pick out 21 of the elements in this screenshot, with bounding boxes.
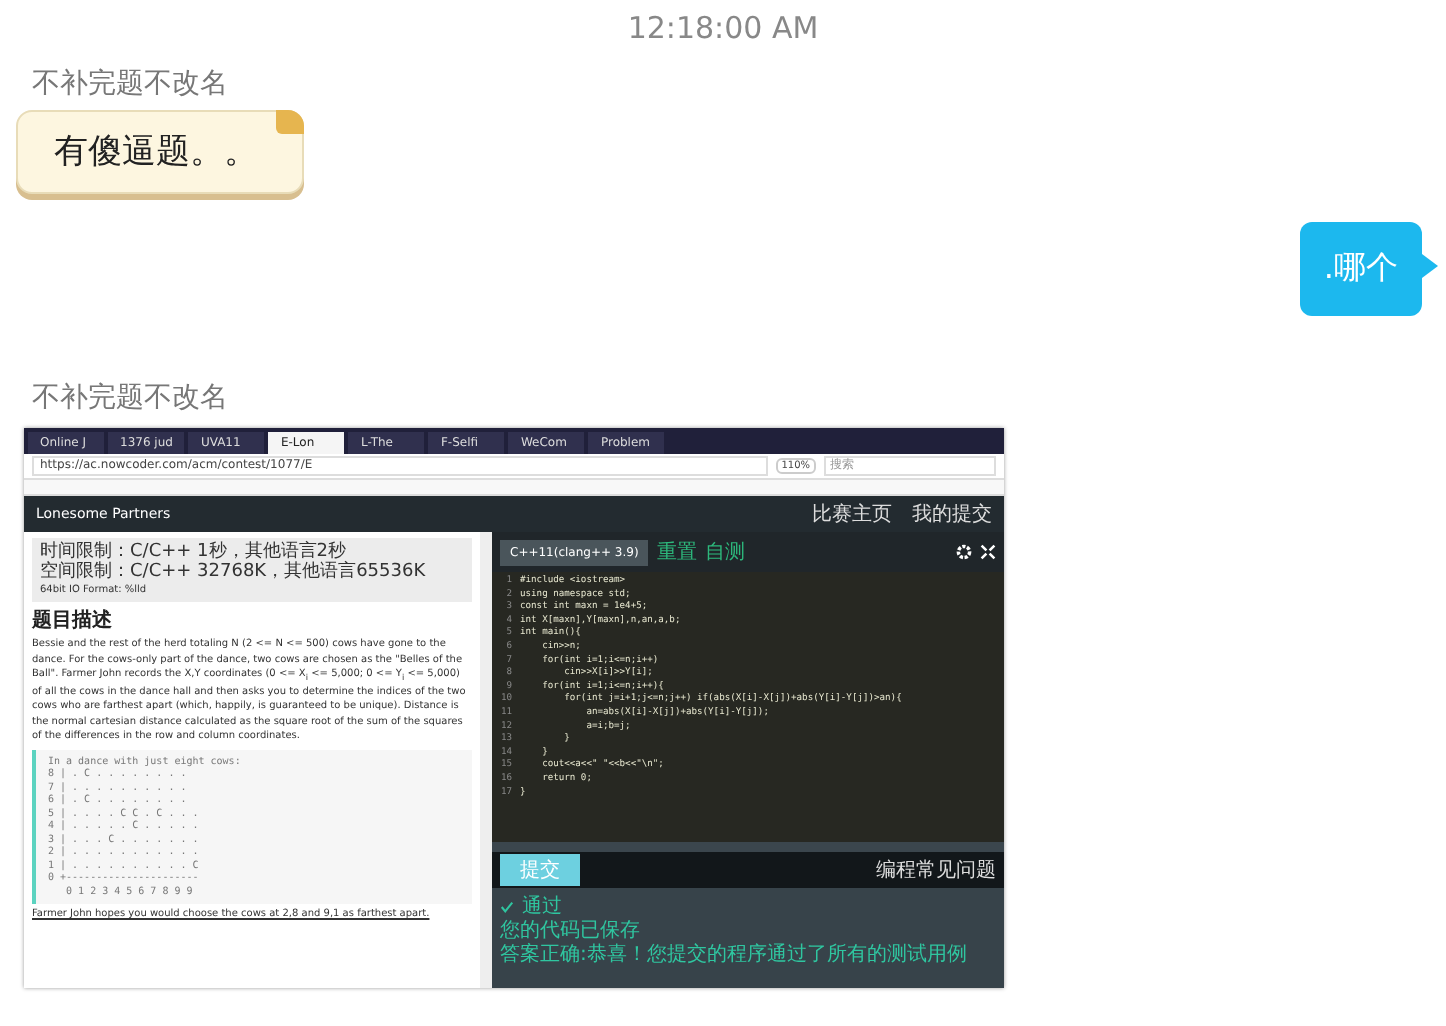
check-icon: [500, 899, 514, 913]
editor-action[interactable]: 自测: [704, 538, 745, 566]
timestamp: 12:18:00 AM: [625, 8, 821, 50]
expand-icon[interactable]: [980, 544, 996, 560]
sender-name: 不补完题不改名: [32, 66, 228, 102]
editor-action[interactable]: 重置: [656, 538, 697, 566]
limit-text: 空间限制：C/C++ 32768K，其他语言65536K: [40, 562, 428, 582]
help-link[interactable]: 编程常见问题: [876, 856, 996, 884]
message-bubble: 有傻逼题。。: [16, 110, 304, 194]
section-title: 题目描述: [32, 607, 114, 634]
sender-name: 不补完题不改名: [32, 380, 228, 416]
limit-text: 时间限制：C/C++ 1秒，其他语言2秒: [40, 542, 346, 562]
settings-icon[interactable]: [956, 544, 972, 560]
bubble-tail-icon: [1422, 254, 1438, 278]
scrollbar[interactable]: [480, 532, 492, 988]
result-text: 答案正确:恭喜！您提交的程序通过了所有的测试用例: [500, 944, 969, 968]
result-status: 通过: [522, 893, 562, 920]
nav-link[interactable]: 比赛主页: [812, 500, 892, 528]
result-text: 您的代码已保存: [500, 920, 642, 943]
nav-link[interactable]: 我的提交: [912, 500, 992, 528]
message-bubble: .哪个: [1299, 222, 1422, 316]
